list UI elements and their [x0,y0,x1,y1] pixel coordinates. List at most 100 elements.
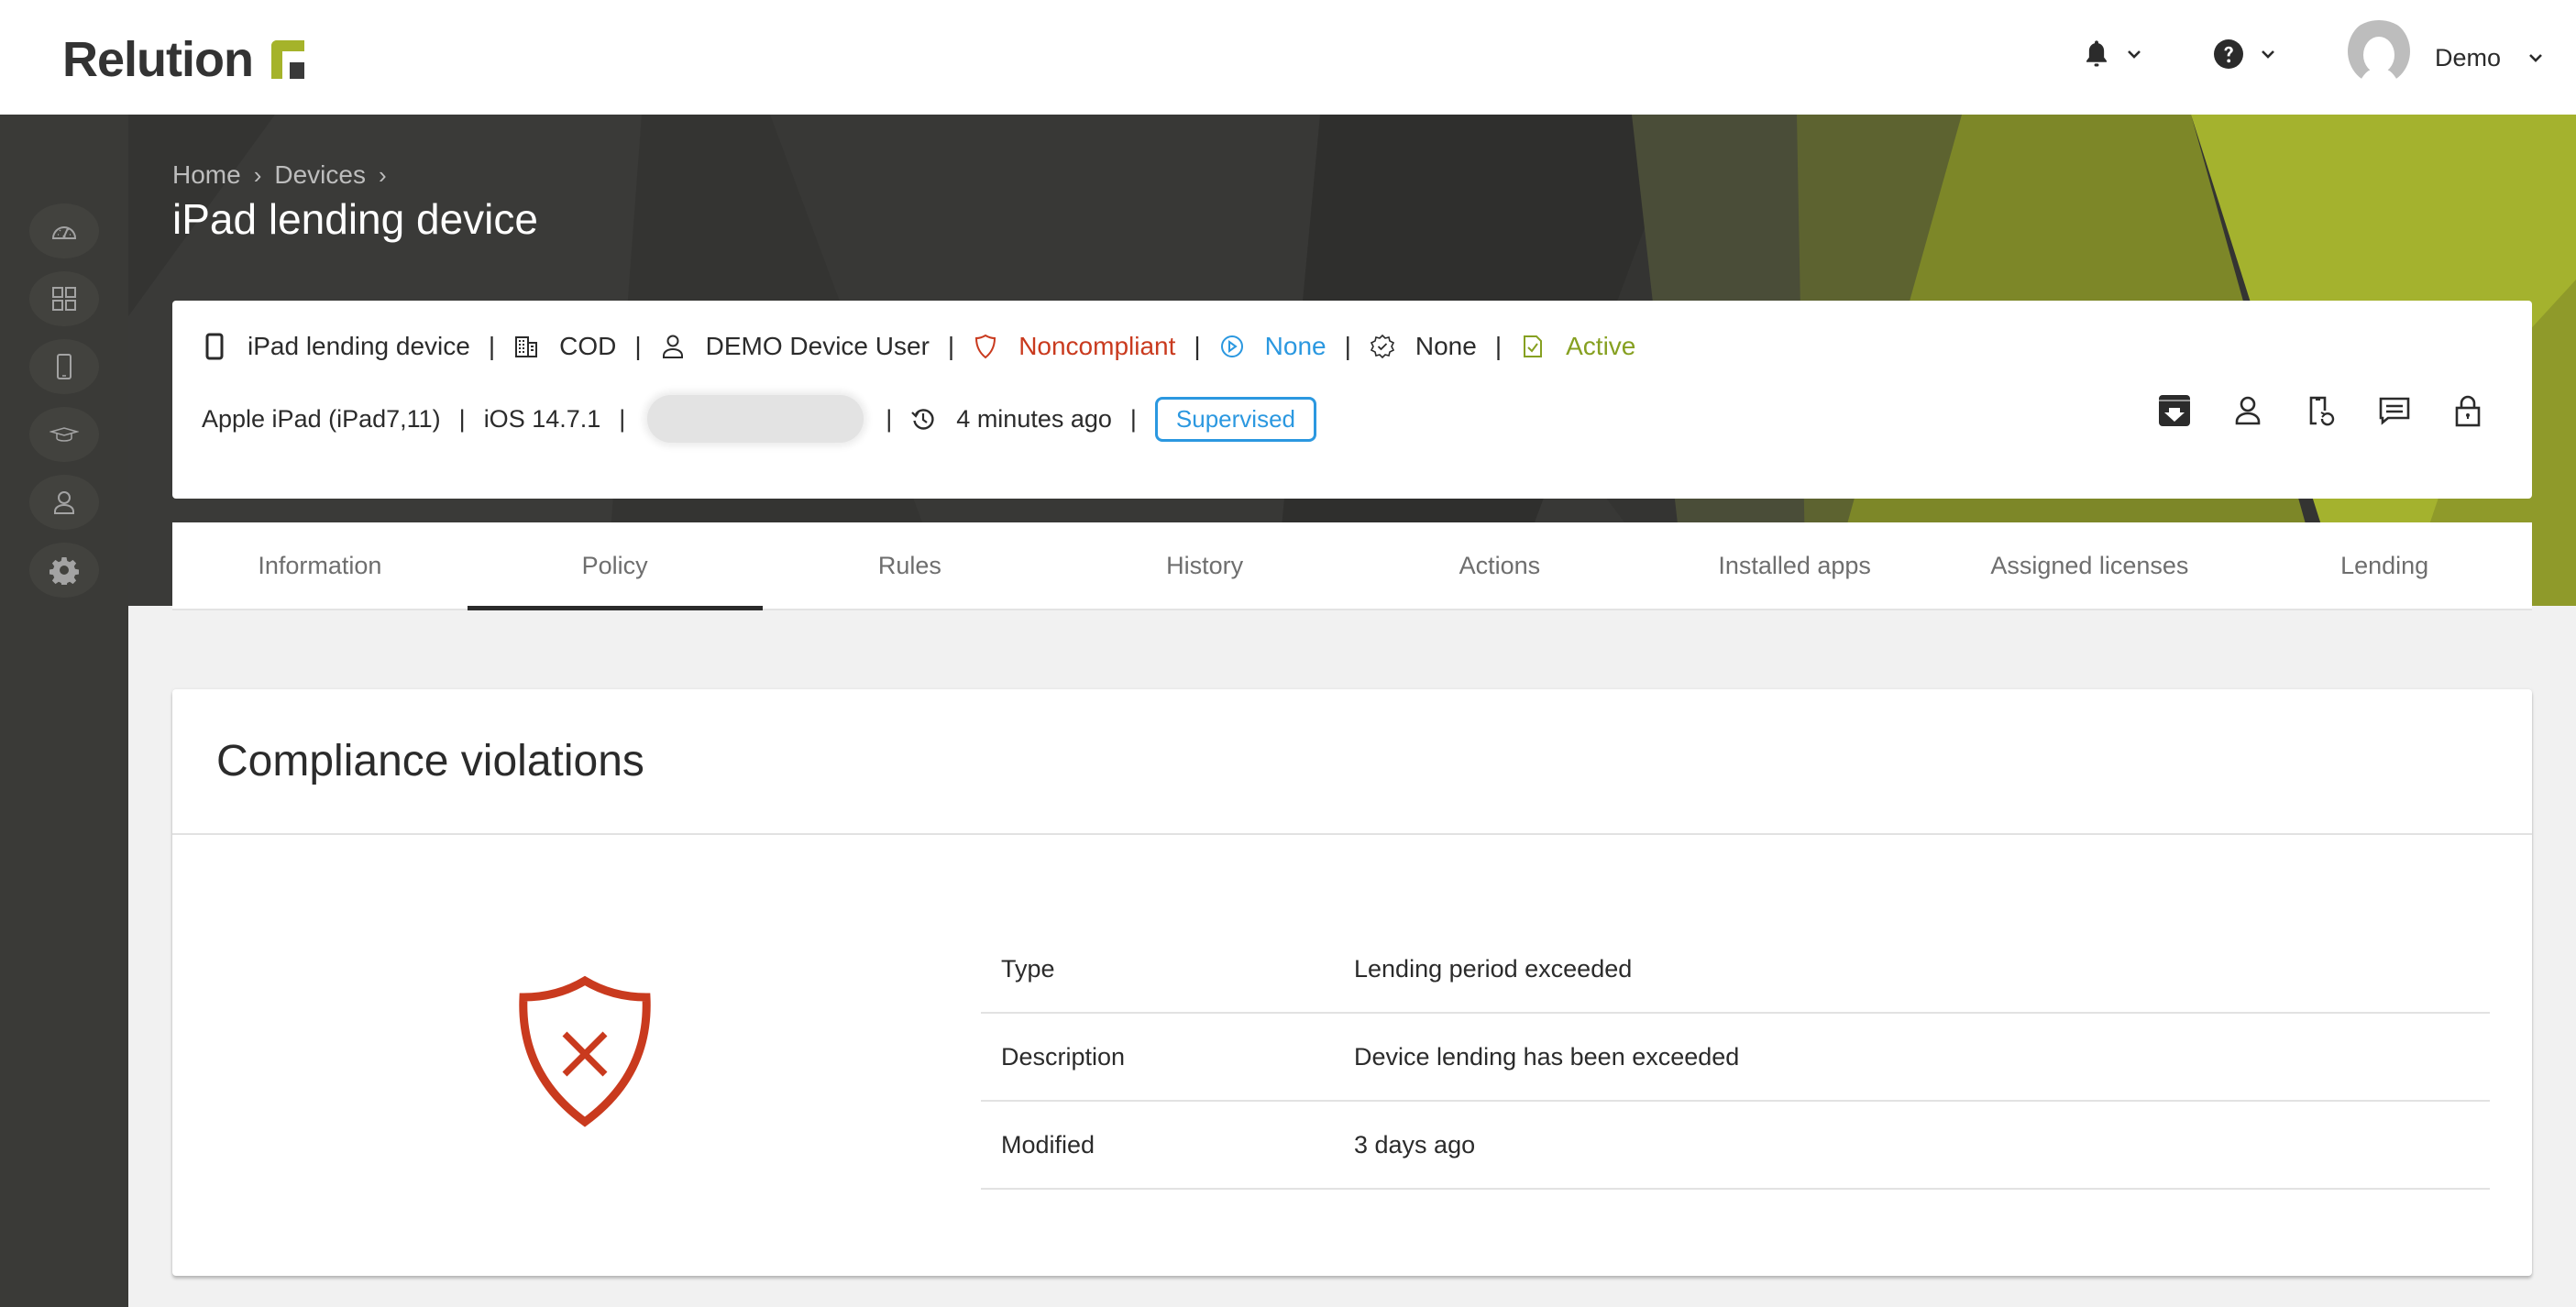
bell-icon [2086,40,2107,67]
lock-device-button[interactable] [2449,392,2486,429]
chevron-right-icon: › [378,160,387,189]
send-message-button[interactable] [2376,392,2413,429]
sidebar-item-apps[interactable] [29,271,99,326]
logo-mark-icon [270,40,304,79]
top-bar: Relution Demo [0,0,2576,115]
graduation-cap-icon [50,427,79,442]
compliance-status: Noncompliant [1018,332,1176,360]
sidebar [0,115,128,1307]
config-state: None [1415,332,1477,360]
compliance-violations-card: Compliance violations Type Lending perio… [172,689,2532,1276]
detail-label: Description [1001,1042,1126,1071]
grid-icon [52,287,76,311]
detail-row-description: Description Device lending has been exce… [981,1014,2490,1102]
device-summary-row-1: iPad lending device | COD | DEMO Device … [202,328,1635,365]
device-model: Apple iPad (iPad7,11) [202,404,441,433]
user-name: Demo [2435,43,2502,71]
notifications-menu[interactable] [2083,38,2141,70]
logo-text: Relution [62,32,254,87]
user-icon [2235,396,2261,425]
breadcrumb-devices[interactable]: Devices [274,160,366,190]
assign-user-button[interactable] [2229,392,2266,429]
sidebar-item-devices[interactable] [29,339,99,394]
divider: | [886,404,893,433]
divider: | [1494,332,1503,360]
device-summary-card: iPad lending device | COD | DEMO Device … [172,301,2532,499]
tab-lending[interactable]: Lending [2237,522,2532,609]
device-actions [2119,392,2486,429]
building-icon [513,334,539,359]
archive-download-button[interactable] [2156,392,2193,429]
tab-information[interactable]: Information [172,522,468,609]
divider: | [619,404,626,433]
device-user-link[interactable]: DEMO Device User [706,332,930,361]
device-status: Active [1566,332,1636,360]
detail-label: Type [1001,954,1055,983]
relution-logo[interactable]: Relution [62,31,304,88]
os-version: iOS 14.7.1 [483,404,601,433]
breadcrumb: Home › Devices › [172,160,400,190]
refresh-device-button[interactable] [2303,392,2339,429]
gear-icon [50,557,79,585]
help-menu[interactable] [2213,38,2275,70]
message-icon [2379,397,2410,425]
tab-assigned-licenses[interactable]: Assigned licenses [1943,522,2238,609]
device-refresh-icon [2309,396,2335,426]
play-circle-icon [1219,334,1245,359]
chevron-down-icon [2262,50,2274,59]
tab-actions[interactable]: Actions [1352,522,1647,609]
supervised-badge: Supervised [1154,396,1316,442]
divider: | [634,332,642,360]
tab-history[interactable]: History [1057,522,1352,609]
tablet-icon [57,354,72,379]
tab-rules[interactable]: Rules [763,522,1058,609]
divider: | [1344,332,1351,360]
question-circle-icon [2214,39,2243,69]
device-summary-row-2: Apple iPad (iPad7,11) | iOS 14.7.1 | | 4… [202,395,1316,443]
tablet-icon [202,333,227,360]
tab-policy[interactable]: Policy [467,522,763,610]
shield-x-icon [519,975,651,1127]
card-title: Compliance violations [216,737,644,785]
violation-details: Type Lending period exceeded Description… [981,926,2490,1190]
detail-value: Device lending has been exceeded [1354,1042,1740,1071]
chevron-down-icon [2128,50,2141,59]
divider: | [1129,404,1137,433]
lock-icon [2455,395,2481,427]
ownership-value: COD [559,332,617,360]
checklist-icon [1520,334,1546,359]
detail-row-modified: Modified 3 days ago [981,1102,2490,1190]
archive-download-icon [2159,395,2190,426]
sidebar-item-settings[interactable] [29,543,99,598]
user-icon [660,334,686,359]
policy-state: None [1264,332,1327,360]
device-tabs: Information Policy Rules History Actions… [172,522,2532,610]
badge-check-icon [1370,334,1395,359]
speedometer-icon [51,226,77,239]
chevron-down-icon [2529,54,2542,62]
breadcrumb-home[interactable]: Home [172,160,241,190]
detail-label: Modified [1001,1130,1095,1159]
detail-row-type: Type Lending period exceeded [981,926,2490,1014]
last-contact: 4 minutes ago [956,404,1112,433]
shield-icon [973,334,998,359]
sidebar-item-education[interactable] [29,407,99,462]
detail-value: Lending period exceeded [1354,954,1633,983]
sidebar-item-users[interactable] [29,475,99,530]
divider: | [458,404,466,433]
redacted-serial [647,395,864,443]
tab-installed-apps[interactable]: Installed apps [1647,522,1943,609]
sidebar-item-dashboard[interactable] [29,203,99,258]
chevron-right-icon: › [253,160,262,189]
divider: | [1194,332,1201,360]
user-icon [54,491,74,514]
divider: | [947,332,955,360]
detail-value: 3 days ago [1354,1130,1476,1159]
divider: | [488,332,496,360]
page-title: iPad lending device [172,195,538,243]
card-header: Compliance violations [172,689,2532,835]
user-menu[interactable]: Demo [2341,20,2543,95]
device-name: iPad lending device [248,332,470,360]
avatar [2341,20,2416,95]
history-icon [910,406,936,432]
